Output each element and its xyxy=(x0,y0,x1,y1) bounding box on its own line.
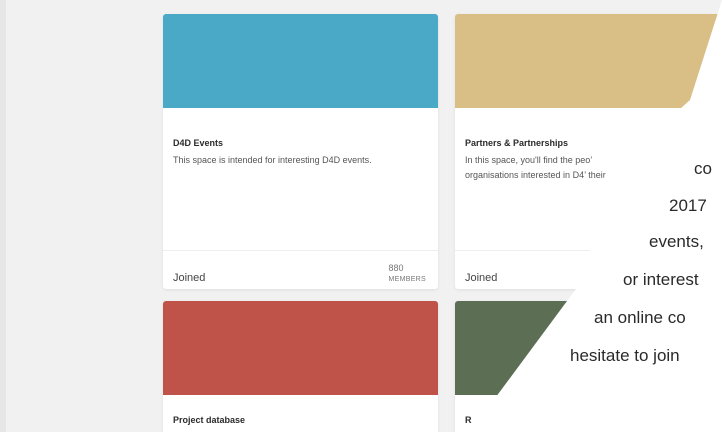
joined-status[interactable]: Joined xyxy=(173,272,205,284)
card-title[interactable]: D4D Events xyxy=(173,138,223,148)
card-banner xyxy=(455,14,722,108)
joined-status[interactable]: Joined xyxy=(465,272,497,284)
left-rail xyxy=(0,0,6,432)
card-description: In this space, you'll find the peo’ orga… xyxy=(465,155,637,180)
card-title[interactable]: Partners & Partnerships xyxy=(465,138,568,148)
member-count: 880 MEMBERS xyxy=(389,263,427,285)
card-title[interactable]: Project database xyxy=(173,415,245,425)
space-card-d4d-events[interactable]: D4D Events This space is intended for in… xyxy=(163,14,438,289)
overlay-text-line-2: 2017 xyxy=(669,196,707,215)
space-card-project-database[interactable]: Project database xyxy=(163,301,438,432)
overlay-text-line-1: co xyxy=(694,159,712,178)
card-banner xyxy=(163,301,438,395)
page: D4D Events This space is intended for in… xyxy=(0,0,722,432)
overlay-text-line-6: hesitate to join xyxy=(570,346,680,365)
card-banner xyxy=(163,14,438,108)
card-footer: Joined 880 MEMBERS xyxy=(163,250,438,289)
overlay-text-line-4: or interest xyxy=(623,270,699,289)
card-title[interactable]: R xyxy=(465,415,472,425)
overlay-text-line-3: events, xyxy=(649,232,704,251)
member-count-label: MEMBERS xyxy=(388,276,426,283)
member-count-value: 880 xyxy=(388,263,404,273)
card-description: This space is intended for interesting D… xyxy=(173,155,372,165)
overlay-text-line-5: an online co xyxy=(594,308,686,327)
